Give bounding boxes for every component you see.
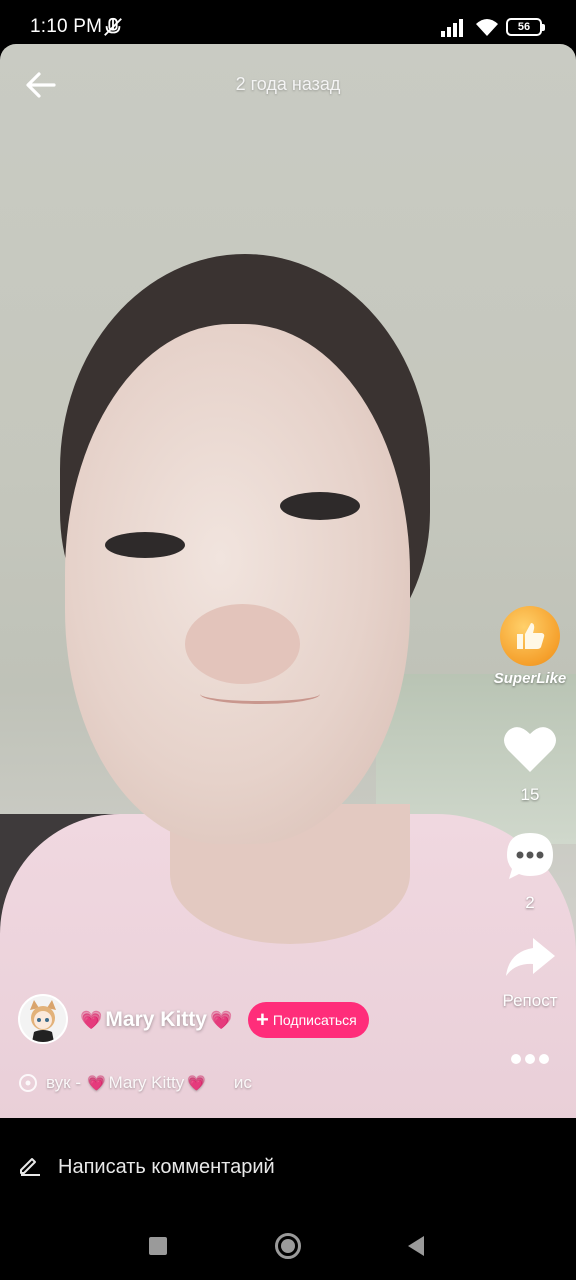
share-arrow-icon (506, 938, 555, 976)
comment-count: 2 (525, 893, 535, 912)
person-nose (185, 604, 300, 684)
top-bar: 2 года назад (0, 44, 576, 124)
superlike-label: SuperLike (493, 670, 567, 687)
subscribe-label: Подписаться (272, 1012, 357, 1028)
person-face (65, 324, 410, 844)
music-info[interactable]: вук - 💗 Mary Kitty 💗 ис (18, 1073, 252, 1093)
repost-label: Репост (502, 991, 558, 1010)
more-options-button[interactable] (490, 1052, 570, 1082)
person-eye-left (105, 532, 185, 558)
subscribe-button[interactable]: + Подписаться (248, 1002, 369, 1038)
thumbs-up-icon (500, 606, 560, 666)
author-info[interactable]: 💗 Mary Kitty 💗 (80, 1002, 232, 1038)
like-button[interactable]: 15 (490, 724, 570, 805)
battery-icon: 56 (506, 18, 545, 36)
plus-icon: + (256, 1007, 269, 1032)
status-time: 1:10 PM (30, 16, 103, 37)
comment-bubble-icon (507, 833, 553, 879)
superlike-button[interactable]: SuperLike (490, 606, 570, 687)
comment-button[interactable]: 2 (490, 830, 570, 913)
heart-emoji-left: 💗 (80, 1009, 103, 1030)
pencil-icon (20, 1158, 40, 1176)
author-name[interactable]: Mary Kitty (105, 1008, 207, 1032)
like-count: 15 (520, 785, 540, 804)
comment-input-bar[interactable]: Написать комментарий (0, 1118, 576, 1218)
more-dots-icon (511, 1054, 549, 1064)
mute-icon (104, 17, 122, 36)
heart-icon (504, 727, 556, 772)
person-eye-right (280, 492, 360, 520)
system-nav-bar (0, 1218, 576, 1280)
music-heart-right: 💗 (187, 1075, 206, 1092)
music-prefix: вук - (46, 1073, 81, 1092)
signal-icon (441, 19, 463, 37)
repost-button[interactable]: Репост (490, 936, 570, 1011)
person-mouth (200, 684, 320, 704)
music-suffix: ис (233, 1073, 252, 1092)
back-button[interactable] (408, 1236, 424, 1256)
recents-button[interactable] (149, 1237, 167, 1255)
music-disc-icon (19, 1074, 37, 1092)
music-heart-left: 💗 (86, 1075, 106, 1092)
comment-placeholder[interactable]: Написать комментарий (58, 1156, 275, 1179)
music-name: Mary Kitty (108, 1073, 185, 1092)
wifi-icon (476, 19, 498, 36)
home-button[interactable] (275, 1233, 301, 1259)
heart-emoji-right: 💗 (209, 1009, 233, 1030)
post-time-ago: 2 года назад (235, 74, 341, 94)
author-avatar[interactable] (18, 994, 68, 1044)
